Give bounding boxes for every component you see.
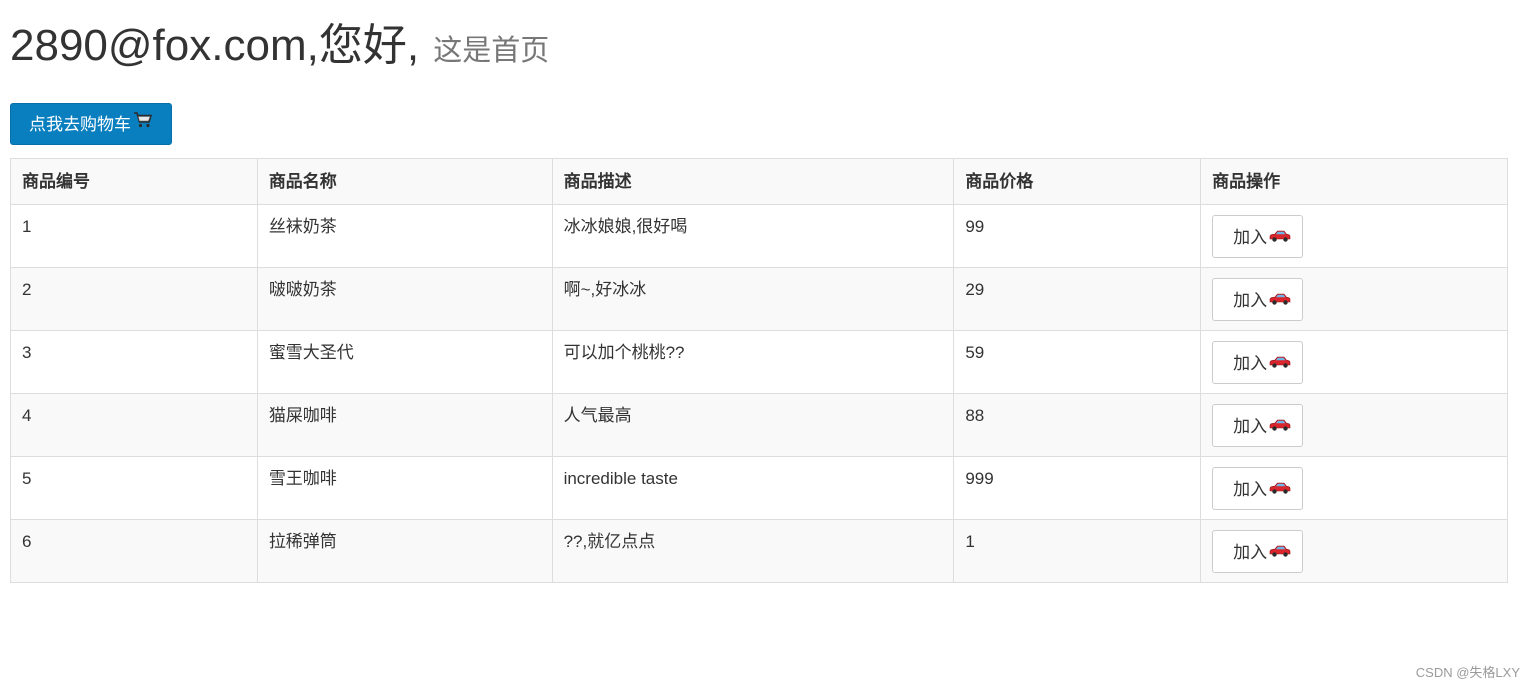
cell-goods-desc: 人气最高 <box>551 393 955 457</box>
header-goods-action: 商品操作 <box>1200 158 1508 205</box>
cell-goods-id: 6 <box>10 519 258 583</box>
car-icon <box>1269 469 1291 510</box>
table-row: 3 蜜雪大圣代 可以加个桃桃?? 59 加入 <box>10 330 1508 394</box>
add-to-cart-label: 加入 <box>1233 354 1268 373</box>
cell-goods-name: 啵啵奶茶 <box>256 267 553 331</box>
go-to-cart-button[interactable]: 点我去购物车 <box>10 103 172 145</box>
cell-goods-price: 1 <box>953 519 1202 583</box>
cell-goods-price: 99 <box>953 204 1202 268</box>
cell-goods-name: 雪王咖啡 <box>256 456 553 520</box>
table-header-row: 商品编号 商品名称 商品描述 商品价格 商品操作 <box>10 158 1508 205</box>
greeting-text: 2890@fox.com,您好, <box>10 21 420 70</box>
add-to-cart-button[interactable]: 加入 <box>1212 278 1304 321</box>
add-to-cart-button[interactable]: 加入 <box>1212 215 1304 258</box>
cell-goods-id: 2 <box>10 267 258 331</box>
table-row: 5 雪王咖啡 incredible taste 999 加入 <box>10 456 1508 520</box>
car-icon <box>1269 343 1291 384</box>
cell-goods-action: 加入 <box>1200 393 1508 457</box>
cell-goods-price: 88 <box>953 393 1202 457</box>
header-goods-price: 商品价格 <box>953 158 1202 205</box>
add-to-cart-button[interactable]: 加入 <box>1212 404 1304 447</box>
cell-goods-name: 蜜雪大圣代 <box>256 330 553 394</box>
table-row: 6 拉稀弹筒 ??,就亿点点 1 加入 <box>10 519 1508 583</box>
cell-goods-action: 加入 <box>1200 519 1508 583</box>
add-to-cart-button[interactable]: 加入 <box>1212 467 1304 510</box>
cell-goods-id: 5 <box>10 456 258 520</box>
car-icon <box>1269 532 1291 573</box>
header-goods-desc: 商品描述 <box>551 158 955 205</box>
page-subtitle: 这是首页 <box>433 35 550 67</box>
cell-goods-id: 3 <box>10 330 258 394</box>
goods-table: 商品编号 商品名称 商品描述 商品价格 商品操作 1 丝袜奶茶 冰冰娘娘,很好喝… <box>10 158 1508 583</box>
car-icon <box>1269 406 1291 447</box>
add-to-cart-label: 加入 <box>1233 417 1268 436</box>
cell-goods-desc: 冰冰娘娘,很好喝 <box>551 204 955 268</box>
cell-goods-id: 4 <box>10 393 258 457</box>
add-to-cart-button[interactable]: 加入 <box>1212 341 1304 384</box>
cell-goods-desc: ??,就亿点点 <box>551 519 955 583</box>
csdn-watermark: CSDN @失格LXY <box>1415 665 1520 680</box>
car-icon <box>1269 280 1291 321</box>
cell-goods-desc: 可以加个桃桃?? <box>551 330 955 394</box>
cell-goods-price: 999 <box>953 456 1202 520</box>
table-row: 1 丝袜奶茶 冰冰娘娘,很好喝 99 加入 <box>10 204 1508 268</box>
header-goods-name: 商品名称 <box>256 158 553 205</box>
cell-goods-price: 29 <box>953 267 1202 331</box>
add-to-cart-label: 加入 <box>1233 543 1268 562</box>
cell-goods-name: 猫屎咖啡 <box>256 393 553 457</box>
car-icon <box>1269 217 1291 258</box>
page-title: 2890@fox.com,您好, 这是首页 <box>10 18 549 79</box>
add-to-cart-label: 加入 <box>1233 291 1268 310</box>
cell-goods-action: 加入 <box>1200 267 1508 331</box>
cell-goods-action: 加入 <box>1200 330 1508 394</box>
go-to-cart-label: 点我去购物车 <box>29 115 131 134</box>
cell-goods-action: 加入 <box>1200 456 1508 520</box>
page: 2890@fox.com,您好, 这是首页 点我去购物车 商品编号 商品名称 商… <box>0 0 1535 688</box>
table-row: 4 猫屎咖啡 人气最高 88 加入 <box>10 393 1508 457</box>
add-to-cart-button[interactable]: 加入 <box>1212 530 1304 573</box>
header-goods-id: 商品编号 <box>10 158 258 205</box>
add-to-cart-label: 加入 <box>1233 480 1268 499</box>
table-row: 2 啵啵奶茶 啊~,好冰冰 29 加入 <box>10 267 1508 331</box>
cell-goods-price: 59 <box>953 330 1202 394</box>
shopping-cart-icon <box>133 104 153 144</box>
cell-goods-name: 拉稀弹筒 <box>256 519 553 583</box>
cell-goods-desc: incredible taste <box>551 456 955 520</box>
cell-goods-id: 1 <box>10 204 258 268</box>
add-to-cart-label: 加入 <box>1233 228 1268 247</box>
cell-goods-action: 加入 <box>1200 204 1508 268</box>
cell-goods-name: 丝袜奶茶 <box>256 204 553 268</box>
cell-goods-desc: 啊~,好冰冰 <box>551 267 955 331</box>
